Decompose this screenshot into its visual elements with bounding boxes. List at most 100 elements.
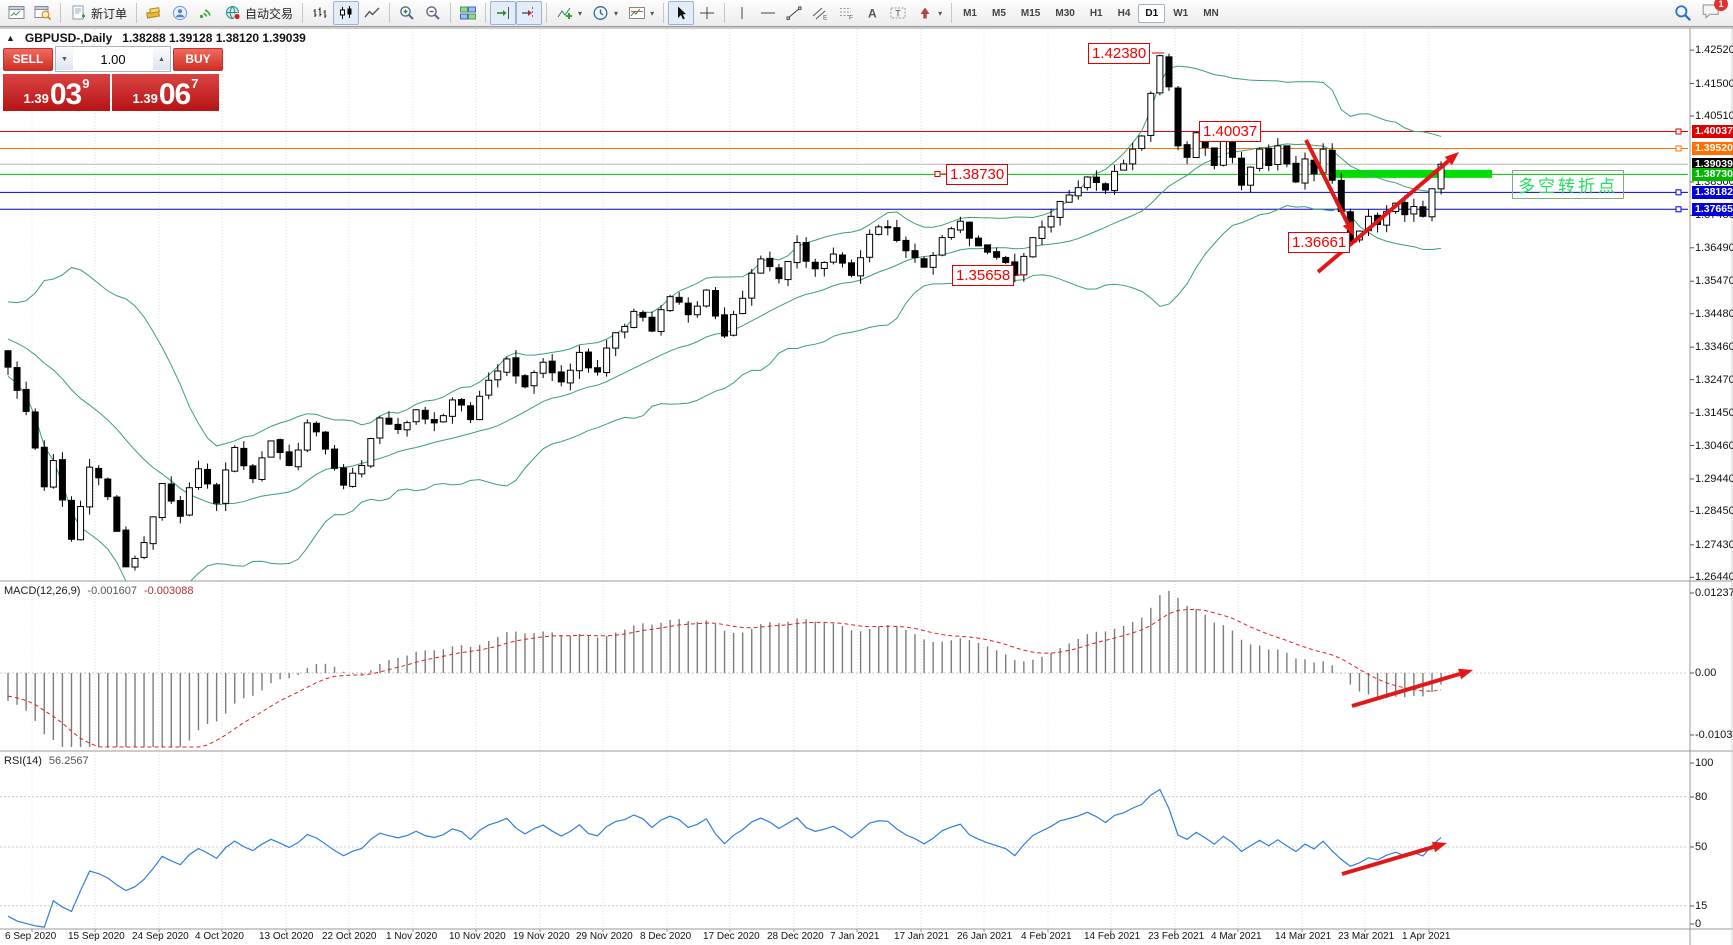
toolbar-separator xyxy=(663,3,664,23)
collapse-panel-icon[interactable]: ▲ xyxy=(6,33,15,43)
timeframe-m5[interactable]: M5 xyxy=(985,4,1013,23)
volume-down-button[interactable]: ▼ xyxy=(56,48,73,70)
timeframe-h1[interactable]: H1 xyxy=(1083,4,1110,23)
timeframe-w1[interactable]: W1 xyxy=(1166,4,1195,23)
person-icon xyxy=(171,5,189,21)
rsi-name: RSI(14) xyxy=(4,755,42,767)
macd-label: MACD(12,26,9) -0.001607 -0.003088 xyxy=(4,585,194,597)
toolbar-right-group: 1 xyxy=(1673,2,1733,25)
timeframe-bar: M1M5M15M30H1H4D1W1MN xyxy=(956,4,1226,23)
cursor-icon xyxy=(672,5,690,21)
sell-price-big: 03 xyxy=(50,81,81,109)
volume-up-button[interactable]: ▲ xyxy=(153,48,170,70)
history-center-button[interactable] xyxy=(141,1,167,25)
text-label-tool-button[interactable]: T xyxy=(885,1,911,25)
panel-borders xyxy=(0,28,1733,945)
channel-tool-button[interactable]: E xyxy=(807,1,833,25)
buy-price-pip: 7 xyxy=(191,76,198,91)
toolbar-separator xyxy=(951,3,952,23)
bar-chart-button[interactable] xyxy=(307,1,333,25)
chart-shift-button[interactable] xyxy=(516,1,542,25)
toolbar-separator xyxy=(546,3,547,23)
cursor-tool-button[interactable] xyxy=(668,1,694,25)
dropdown-arrow-icon: ▾ xyxy=(614,9,618,18)
timeframe-m30[interactable]: M30 xyxy=(1048,4,1081,23)
new-order-button[interactable]: 新订单 xyxy=(65,1,132,25)
text-tool-button[interactable]: A xyxy=(859,1,885,25)
one-click-trading-panel: SELL ▼ ▲ BUY 1.39 03 9 1.39 06 7 xyxy=(3,46,223,111)
toolbar-separator xyxy=(60,3,61,23)
metatrader-app: 新订单 自动交易 xyxy=(0,0,1733,945)
chart-shift-icon xyxy=(520,5,538,21)
chart-title: ▲ GBPUSD-,Daily 1.38288 1.39128 1.38120 … xyxy=(6,31,306,45)
ohlc-values: 1.38288 1.39128 1.38120 1.39039 xyxy=(122,31,306,45)
vertical-line-tool-button[interactable] xyxy=(729,1,755,25)
auto-scroll-icon xyxy=(494,5,512,21)
svg-text:E: E xyxy=(823,15,828,22)
new-order-icon xyxy=(70,5,88,21)
trendline-icon xyxy=(785,5,803,21)
signal-button[interactable] xyxy=(193,1,219,25)
fibonacci-tool-button[interactable]: F xyxy=(833,1,859,25)
zoom-out-button[interactable] xyxy=(420,1,446,25)
timeframe-m1[interactable]: M1 xyxy=(956,4,984,23)
search-icon[interactable] xyxy=(1673,4,1693,22)
timeframe-m15[interactable]: M15 xyxy=(1014,4,1047,23)
autotrading-icon xyxy=(224,5,242,21)
timeframe-mn[interactable]: MN xyxy=(1196,4,1226,23)
candlestick-chart-icon xyxy=(337,5,355,21)
sell-price[interactable]: 1.39 03 9 xyxy=(3,74,110,111)
arrow-objects-icon xyxy=(916,5,934,21)
profiles-button[interactable] xyxy=(30,1,56,25)
profiles-icon xyxy=(34,5,52,21)
line-chart-button[interactable] xyxy=(359,1,385,25)
community-button[interactable] xyxy=(167,1,193,25)
svg-text:T: T xyxy=(895,9,901,19)
symbol-period-label: GBPUSD-,Daily xyxy=(25,31,112,45)
svg-text:F: F xyxy=(849,15,853,22)
clock-icon xyxy=(592,5,610,21)
notification-badge: 1 xyxy=(1714,0,1728,11)
indicators-icon xyxy=(556,5,574,21)
buy-button[interactable]: BUY xyxy=(173,48,223,71)
vertical-line-icon xyxy=(733,5,751,21)
horizontal-line-icon xyxy=(759,5,777,21)
buy-price[interactable]: 1.39 06 7 xyxy=(112,74,219,111)
new-chart-icon xyxy=(8,5,26,21)
new-order-label: 新订单 xyxy=(91,5,127,22)
arrows-tool-button[interactable]: ▾ xyxy=(911,1,947,25)
toolbar-separator xyxy=(724,3,725,23)
auto-scroll-button[interactable] xyxy=(490,1,516,25)
signal-icon xyxy=(197,5,215,21)
indicators-button[interactable]: ▾ xyxy=(551,1,587,25)
price-chart[interactable] xyxy=(0,0,1733,945)
macd-name: MACD(12,26,9) xyxy=(4,585,80,597)
zoom-in-button[interactable] xyxy=(394,1,420,25)
text-icon: A xyxy=(863,5,881,21)
volume-input[interactable] xyxy=(73,48,153,70)
toolbar-separator xyxy=(485,3,486,23)
line-chart-icon xyxy=(363,5,381,21)
periods-button[interactable]: ▾ xyxy=(587,1,623,25)
dropdown-arrow-icon: ▾ xyxy=(578,9,582,18)
support-zone-band[interactable] xyxy=(1330,170,1492,178)
sell-button[interactable]: SELL xyxy=(3,48,53,71)
tile-windows-button[interactable] xyxy=(455,1,481,25)
sell-price-prefix: 1.39 xyxy=(24,89,49,109)
sell-price-pip: 9 xyxy=(82,76,89,91)
new-chart-button[interactable] xyxy=(4,1,30,25)
trendline-tool-button[interactable] xyxy=(781,1,807,25)
macd-main-value: -0.001607 xyxy=(87,585,137,597)
autotrading-button[interactable]: 自动交易 xyxy=(219,1,298,25)
chat-button[interactable]: 1 xyxy=(1701,2,1721,25)
svg-text:A: A xyxy=(868,7,877,21)
horizontal-line-tool-button[interactable] xyxy=(755,1,781,25)
timeframe-d1[interactable]: D1 xyxy=(1138,4,1165,23)
timeframe-h4[interactable]: H4 xyxy=(1111,4,1138,23)
tile-windows-icon xyxy=(459,5,477,21)
volume-stepper: ▼ ▲ xyxy=(55,46,171,72)
templates-button[interactable]: ▾ xyxy=(623,1,659,25)
crosshair-tool-button[interactable] xyxy=(694,1,720,25)
rsi-indicator xyxy=(0,789,1688,927)
candlestick-chart-button[interactable] xyxy=(333,1,359,25)
